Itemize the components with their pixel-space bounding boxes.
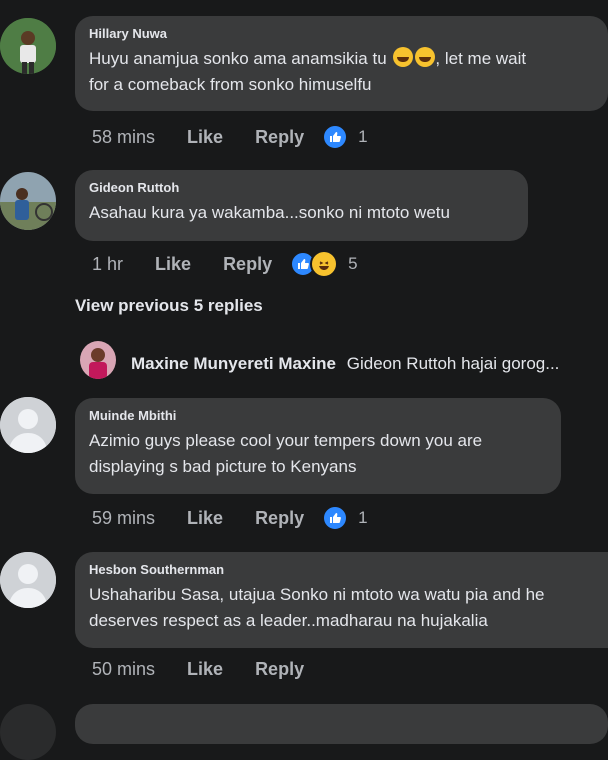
comment-text: Huyu anamjua sonko ama anamsikia tu , le… <box>89 46 594 72</box>
comment-actions: 59 mins Like Reply 1 <box>92 505 368 531</box>
reactions-summary[interactable]: 1 <box>322 124 368 150</box>
avatar-photo <box>80 341 116 379</box>
avatar[interactable] <box>0 552 56 608</box>
like-button[interactable]: Like <box>187 659 223 680</box>
reaction-count: 1 <box>358 127 368 146</box>
reply-button[interactable]: Reply <box>255 659 304 680</box>
comment-bubble[interactable]: Muinde Mbithi Azimio guys please cool yo… <box>75 398 561 494</box>
avatar[interactable] <box>80 341 116 379</box>
reply-button[interactable]: Reply <box>255 127 304 148</box>
reaction-count: 5 <box>348 254 358 273</box>
laughing-emoji-icon <box>415 47 436 67</box>
comment-text-line2: deserves respect as a leader..madharau n… <box>89 611 488 630</box>
default-profile-icon <box>0 552 56 608</box>
comment-text-line1: Huyu anamjua sonko ama anamsikia tu <box>89 49 387 68</box>
avatar[interactable] <box>0 704 56 760</box>
reply-preview-text: Gideon Ruttoh hajai gorog... <box>346 354 560 373</box>
avatar-photo <box>0 18 56 74</box>
like-button[interactable]: Like <box>155 254 191 275</box>
haha-emoji-icon <box>310 250 339 278</box>
reply-preview-author[interactable]: Maxine Munyereti Maxine <box>131 354 336 373</box>
reply-button[interactable]: Reply <box>223 254 272 275</box>
comment-timestamp[interactable]: 1 hr <box>92 254 123 275</box>
reaction-count: 1 <box>358 508 368 527</box>
comment-author[interactable]: Hesbon Southernman <box>89 562 594 578</box>
comment-actions: 1 hr Like Reply 5 <box>92 250 358 278</box>
thumbs-up-icon <box>322 505 349 531</box>
comment-text: Asahau kura ya wakamba...sonko ni mtoto … <box>89 203 450 222</box>
comment-text-line1-tail: , let me wait <box>435 49 527 68</box>
comment-bubble[interactable]: Gideon Ruttoh Asahau kura ya wakamba...s… <box>75 170 528 241</box>
comment-timestamp[interactable]: 59 mins <box>92 508 155 529</box>
avatar[interactable] <box>0 18 56 74</box>
comment-text-line2: for a comeback from sonko himuselfu <box>89 75 372 94</box>
comment-timestamp[interactable]: 58 mins <box>92 127 155 148</box>
avatar-photo <box>0 172 56 230</box>
comment-timestamp[interactable]: 50 mins <box>92 659 155 680</box>
comment-text-line2: displaying s bad picture to Kenyans <box>89 457 357 476</box>
thumbs-up-icon <box>322 124 349 150</box>
reactions-summary[interactable]: 5 <box>290 250 358 278</box>
view-previous-replies-link[interactable]: View previous 5 replies <box>75 296 263 316</box>
reactions-summary[interactable]: 1 <box>322 505 368 531</box>
avatar[interactable] <box>0 172 56 230</box>
reply-preview[interactable]: Maxine Munyereti Maxine Gideon Ruttoh ha… <box>131 354 559 374</box>
laughing-emoji-icon <box>393 47 414 67</box>
comment-author[interactable]: Gideon Ruttoh <box>89 180 514 196</box>
like-button[interactable]: Like <box>187 127 223 148</box>
comment-text-line1: Azimio guys please cool your tempers dow… <box>89 431 483 450</box>
reply-button[interactable]: Reply <box>255 508 304 529</box>
comment-author[interactable]: Hillary Nuwa <box>89 26 594 42</box>
comment-text-line1: Ushaharibu Sasa, utajua Sonko ni mtoto w… <box>89 585 545 604</box>
comment-actions: 58 mins Like Reply 1 <box>92 124 368 150</box>
like-button[interactable]: Like <box>187 508 223 529</box>
comment-bubble[interactable]: Hillary Nuwa Huyu anamjua sonko ama anam… <box>75 16 608 111</box>
comment-actions: 50 mins Like Reply <box>92 659 304 680</box>
avatar[interactable] <box>0 397 56 453</box>
comment-bubble[interactable]: Hesbon Southernman Ushaharibu Sasa, utaj… <box>75 552 608 648</box>
comment-bubble[interactable] <box>75 704 608 744</box>
comment-author[interactable]: Muinde Mbithi <box>89 408 547 424</box>
default-profile-icon <box>0 397 56 453</box>
